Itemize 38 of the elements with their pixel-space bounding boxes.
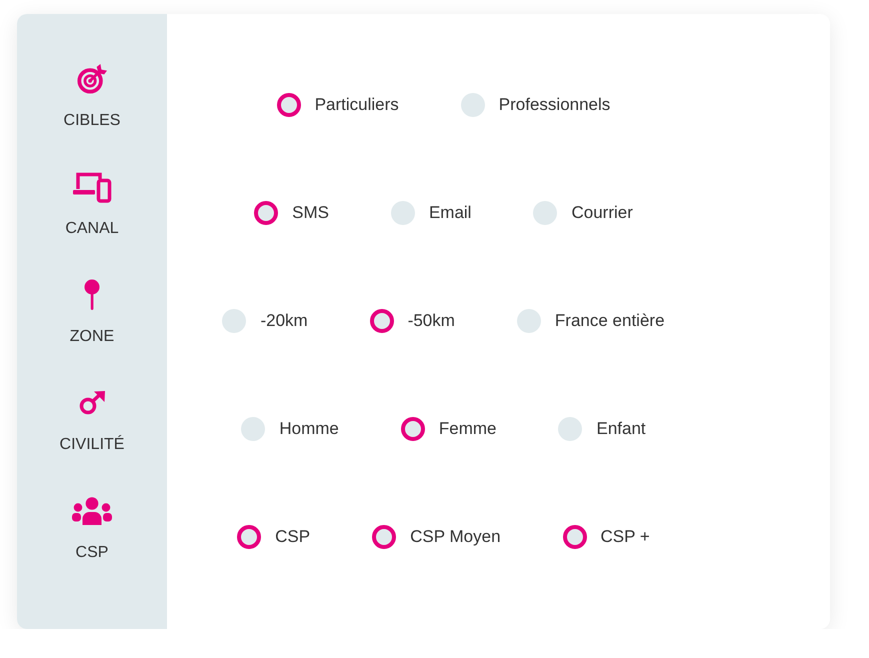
radio-button[interactable] bbox=[370, 309, 394, 333]
sidebar-label: CSP bbox=[76, 543, 108, 563]
option-label[interactable]: Enfant bbox=[596, 418, 646, 440]
radio-button[interactable] bbox=[460, 93, 485, 117]
pin-icon bbox=[84, 279, 100, 311]
radio-button[interactable] bbox=[222, 309, 246, 333]
option-label[interactable]: Professionnels bbox=[498, 94, 610, 116]
option-label[interactable]: CSP bbox=[275, 526, 310, 548]
radio-button[interactable] bbox=[516, 309, 541, 333]
option-label[interactable]: France entière bbox=[554, 310, 665, 332]
devices-icon bbox=[72, 171, 112, 203]
radio-button[interactable] bbox=[241, 417, 266, 441]
target-icon bbox=[77, 64, 107, 94]
radio-button[interactable] bbox=[372, 525, 396, 549]
sidebar-label: ZONE bbox=[70, 327, 114, 347]
option-label[interactable]: Femme bbox=[438, 418, 496, 440]
option-label[interactable]: SMS bbox=[292, 202, 329, 224]
users-icon bbox=[72, 497, 112, 525]
sidebar-label: CIBLES bbox=[64, 111, 120, 131]
radio-button[interactable] bbox=[276, 93, 301, 117]
option-label[interactable]: -50km bbox=[408, 310, 455, 332]
option-label[interactable]: Homme bbox=[279, 418, 339, 440]
option-label[interactable]: -20km bbox=[260, 310, 308, 332]
radio-button[interactable] bbox=[390, 201, 415, 225]
option-label[interactable]: CSP Moyen bbox=[410, 526, 501, 548]
radio-button[interactable] bbox=[254, 201, 278, 225]
option-label[interactable]: Courrier bbox=[571, 202, 633, 224]
option-label[interactable]: Email bbox=[428, 202, 472, 224]
radio-button[interactable] bbox=[237, 525, 262, 549]
radio-button[interactable] bbox=[400, 417, 425, 441]
radio-button[interactable] bbox=[533, 201, 558, 225]
sidebar-label: CANAL bbox=[65, 219, 119, 239]
radio-button[interactable] bbox=[558, 417, 582, 441]
option-label[interactable]: CSP + bbox=[600, 526, 650, 548]
radio-button[interactable] bbox=[562, 525, 587, 549]
male-symbol-icon bbox=[78, 391, 106, 415]
sidebar-label: CIVILITÉ bbox=[60, 435, 124, 455]
option-label[interactable]: Particuliers bbox=[314, 94, 399, 116]
